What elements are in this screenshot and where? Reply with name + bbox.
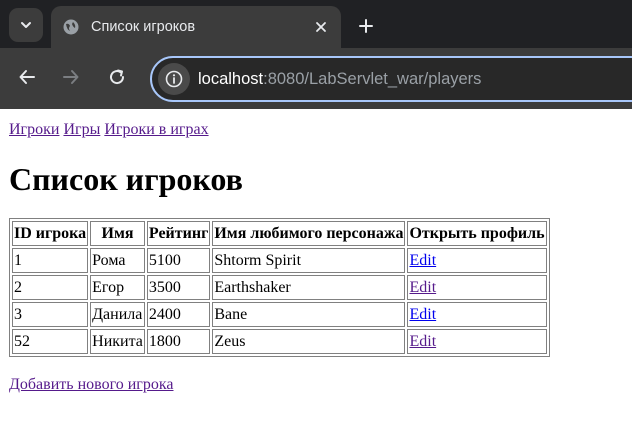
- table-row: 52 Никита 1800 Zeus Edit: [12, 329, 547, 354]
- cell-rating: 5100: [146, 248, 211, 273]
- edit-link[interactable]: Edit: [409, 306, 436, 323]
- active-tab[interactable]: Список игроков: [51, 6, 341, 48]
- cell-rating: 1800: [146, 329, 211, 354]
- cell-player-id: 2: [12, 275, 89, 300]
- top-navigation: Игроки Игры Игроки в играх: [9, 120, 623, 140]
- browser-tab-bar: Список игроков: [0, 0, 632, 48]
- cell-rating: 2400: [146, 302, 211, 327]
- nav-link-players-in-games[interactable]: Игроки в играх: [104, 121, 208, 138]
- cell-name: Рома: [90, 248, 145, 273]
- address-bar[interactable]: localhost:8080/LabServlet_war/players: [150, 56, 632, 102]
- globe-icon: [63, 19, 79, 35]
- edit-link[interactable]: Edit: [409, 333, 436, 350]
- back-button[interactable]: [14, 64, 40, 90]
- url-text[interactable]: localhost:8080/LabServlet_war/players: [198, 70, 481, 89]
- cell-open-profile: Edit: [407, 329, 547, 354]
- table-header-row: ID игрока Имя Рейтинг Имя любимого персо…: [12, 221, 547, 246]
- nav-link-games[interactable]: Игры: [63, 121, 100, 138]
- url-host: localhost: [198, 69, 264, 88]
- close-icon: [316, 22, 326, 32]
- cell-player-id: 52: [12, 329, 89, 354]
- cell-rating: 3500: [146, 275, 211, 300]
- cell-name: Данила: [90, 302, 145, 327]
- cell-player-id: 3: [12, 302, 89, 327]
- tab-title: Список игроков: [91, 19, 196, 35]
- reload-icon: [110, 69, 125, 85]
- players-table: ID игрока Имя Рейтинг Имя любимого персо…: [9, 218, 550, 357]
- forward-arrow-icon: [63, 70, 79, 84]
- cell-name: Никита: [90, 329, 145, 354]
- header-player-id: ID игрока: [12, 221, 89, 246]
- site-info-button[interactable]: [158, 63, 190, 95]
- cell-favorite-character: Zeus: [212, 329, 406, 354]
- table-row: 2 Егор 3500 Earthshaker Edit: [12, 275, 547, 300]
- page-title: Список игроков: [9, 161, 243, 197]
- edit-link[interactable]: Edit: [409, 279, 436, 296]
- forward-button[interactable]: [58, 64, 84, 90]
- header-favorite-character: Имя любимого персонажа: [212, 221, 406, 246]
- cell-player-id: 1: [12, 248, 89, 273]
- back-arrow-icon: [19, 70, 35, 84]
- header-name: Имя: [90, 221, 145, 246]
- chevron-down-icon: [21, 22, 31, 28]
- plus-icon: [359, 19, 373, 33]
- browser-toolbar: localhost:8080/LabServlet_war/players: [0, 48, 632, 109]
- tab-close-button[interactable]: [309, 15, 333, 39]
- cell-open-profile: Edit: [407, 248, 547, 273]
- page-content: Игроки Игры Игроки в играх Список игроко…: [0, 109, 632, 394]
- edit-link[interactable]: Edit: [409, 252, 436, 269]
- url-path: :8080/LabServlet_war/players: [263, 69, 482, 88]
- header-rating: Рейтинг: [146, 221, 211, 246]
- cell-open-profile: Edit: [407, 302, 547, 327]
- cell-favorite-character: Shtorm Spirit: [212, 248, 406, 273]
- cell-name: Егор: [90, 275, 145, 300]
- new-tab-button[interactable]: [352, 12, 380, 40]
- cell-open-profile: Edit: [407, 275, 547, 300]
- info-icon: [165, 70, 183, 88]
- header-open-profile: Открыть профиль: [407, 221, 547, 246]
- add-player-link[interactable]: Добавить нового игрока: [9, 376, 174, 394]
- table-row: 3 Данила 2400 Bane Edit: [12, 302, 547, 327]
- tab-search-button[interactable]: [9, 8, 43, 42]
- nav-link-players[interactable]: Игроки: [9, 121, 59, 138]
- cell-favorite-character: Earthshaker: [212, 275, 406, 300]
- table-row: 1 Рома 5100 Shtorm Spirit Edit: [12, 248, 547, 273]
- reload-button[interactable]: [104, 64, 130, 90]
- cell-favorite-character: Bane: [212, 302, 406, 327]
